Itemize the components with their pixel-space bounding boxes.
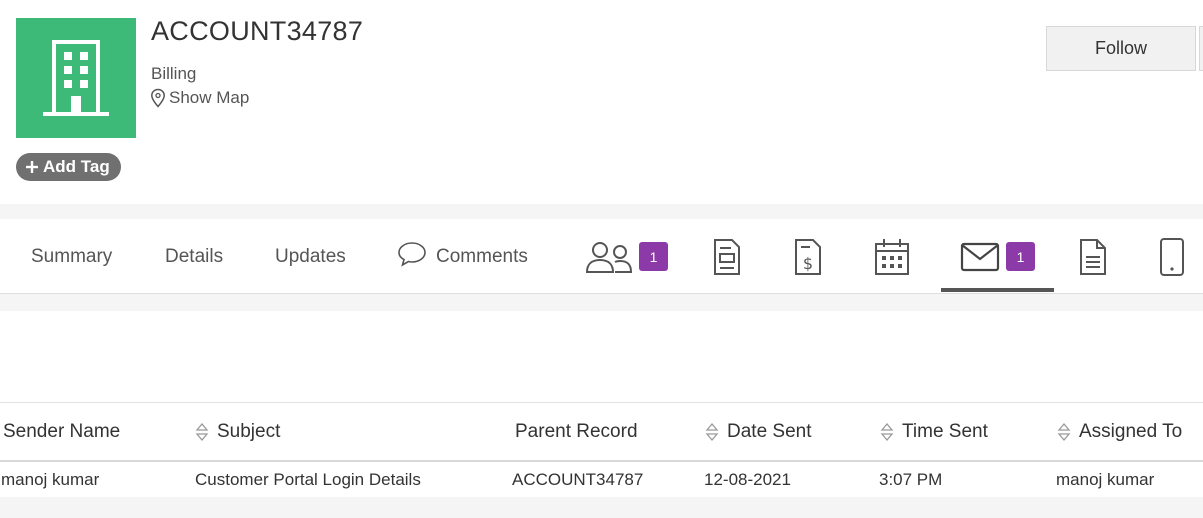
emails-table-header: Sender Name Subject Parent Record Date S…	[0, 402, 1203, 462]
column-header-label: Parent Record	[515, 421, 638, 442]
document-icon	[1080, 238, 1106, 275]
column-header-label: Date Sent	[727, 421, 812, 442]
tab-updates[interactable]: Updates	[275, 219, 346, 294]
column-header-subject[interactable]: Subject	[195, 403, 280, 461]
tab-summary-label: Summary	[31, 245, 113, 267]
tab-summary[interactable]: Summary	[31, 219, 112, 294]
record-header: ACCOUNT34787 Billing Show Map Add Tag Fo…	[0, 0, 1203, 204]
record-tabs: Summary Details Updates Comments 1 $ 1	[0, 219, 1203, 294]
column-header-label: Sender Name	[3, 421, 121, 442]
mobile-icon	[1160, 237, 1184, 276]
column-header-parent-record[interactable]: Parent Record	[515, 403, 638, 461]
tab-comments-label: Comments	[436, 245, 528, 267]
map-pin-icon	[151, 88, 165, 108]
column-header-label: Subject	[217, 421, 281, 442]
tab-contacts[interactable]: 1	[585, 219, 668, 294]
active-tab-indicator	[941, 288, 1054, 292]
column-header-date-sent[interactable]: Date Sent	[705, 403, 812, 461]
account-avatar	[16, 18, 136, 138]
tab-details[interactable]: Details	[165, 219, 223, 294]
section-divider	[0, 204, 1203, 219]
tab-invoices[interactable]	[712, 219, 742, 294]
tab-quotes[interactable]: $	[793, 219, 823, 294]
comment-icon	[398, 241, 426, 267]
tab-mobile[interactable]	[1159, 219, 1185, 294]
show-map-link[interactable]: Show Map	[150, 88, 249, 108]
add-tag-label: Add Tag	[43, 157, 110, 176]
account-type: Billing	[151, 64, 197, 83]
sort-icon[interactable]	[195, 422, 209, 442]
plus-icon	[26, 161, 38, 173]
sort-icon[interactable]	[705, 422, 719, 442]
calendar-icon	[875, 238, 909, 275]
sort-icon[interactable]	[880, 422, 894, 442]
tab-comments[interactable]: Comments	[397, 219, 528, 294]
more-actions-button[interactable]	[1199, 26, 1203, 71]
sort-icon[interactable]	[1057, 422, 1071, 442]
show-map-label: Show Map	[169, 88, 250, 107]
cell-subject[interactable]: Customer Portal Login Details	[195, 462, 421, 497]
column-header-assigned-to[interactable]: Assigned To	[1057, 403, 1182, 461]
column-header-time-sent[interactable]: Time Sent	[880, 403, 988, 461]
cell-time-sent: 3:07 PM	[879, 469, 943, 489]
cell-parent-record[interactable]: ACCOUNT34787	[512, 462, 643, 497]
contacts-icon	[585, 241, 633, 273]
quote-icon: $	[795, 238, 821, 275]
column-header-sender-name[interactable]: Sender Name	[3, 403, 120, 461]
add-tag-button[interactable]: Add Tag	[16, 153, 121, 181]
column-header-label: Assigned To	[1079, 421, 1183, 442]
table-row[interactable]: manoj kumar Customer Portal Login Detail…	[0, 462, 1203, 497]
emails-count-badge: 1	[1006, 242, 1035, 271]
follow-button[interactable]: Follow	[1046, 26, 1196, 71]
tab-documents[interactable]	[1078, 219, 1108, 294]
page-title: ACCOUNT34787	[151, 16, 364, 46]
cell-assigned-to: manoj kumar	[1056, 469, 1155, 489]
cell-date-sent: 12-08-2021	[704, 469, 791, 489]
building-icon	[43, 40, 109, 116]
table-footer-band	[0, 497, 1203, 518]
section-divider-2	[0, 294, 1203, 311]
email-icon	[960, 242, 1000, 271]
tab-emails[interactable]: 1	[960, 219, 1035, 294]
cell-sender-name: manoj kumar	[1, 469, 100, 489]
tab-calendar[interactable]	[874, 219, 910, 294]
column-header-label: Time Sent	[902, 421, 988, 442]
invoice-icon	[714, 238, 740, 275]
tab-details-label: Details	[165, 245, 224, 267]
tab-updates-label: Updates	[275, 245, 346, 267]
svg-text:$: $	[803, 254, 813, 273]
contacts-count-badge: 1	[639, 242, 668, 271]
